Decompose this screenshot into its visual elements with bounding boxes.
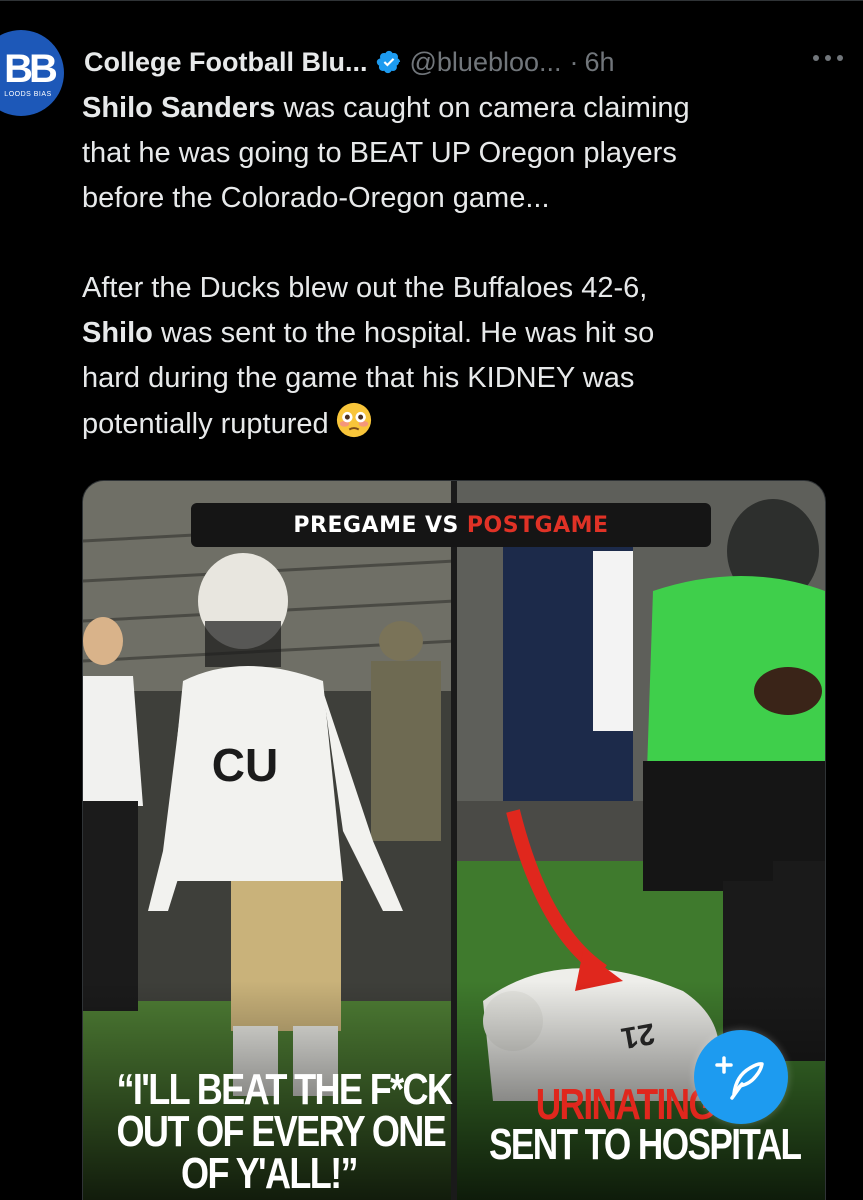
banner-postgame: POSTGAME bbox=[466, 512, 609, 538]
text-segment: potentially ruptured bbox=[82, 408, 329, 440]
text-segment: was sent to the hospital. He was hit so bbox=[152, 317, 655, 349]
caption-line: OUT OF EVERY ONE bbox=[116, 1107, 446, 1156]
flushed-face-emoji bbox=[336, 402, 371, 438]
compose-post-icon bbox=[715, 1056, 764, 1100]
display-name[interactable]: College Football Blu... bbox=[84, 47, 368, 78]
top-divider bbox=[0, 0, 863, 1]
separator-dot: · bbox=[569, 46, 579, 77]
avatar[interactable]: BB LOODS BIAS bbox=[0, 30, 64, 116]
caption-line: OF Y'ALL!” bbox=[181, 1149, 359, 1198]
compose-post-button[interactable] bbox=[694, 1030, 788, 1124]
avatar-monogram: BB bbox=[4, 46, 58, 91]
text-line: After the Ducks blew out the Buffaloes 4… bbox=[82, 272, 648, 304]
more-options-icon[interactable] bbox=[813, 48, 843, 68]
tweet-text: Shilo Sanders was caught on camera claim… bbox=[82, 86, 852, 446]
quote-caption: “I'LL BEAT THE F*CK OUT OF EVERY ONE OF … bbox=[116, 1065, 453, 1198]
mention-bold: Shilo bbox=[82, 317, 153, 349]
banner-vs: VS bbox=[425, 512, 459, 538]
text-line: that he was going to BEAT UP Oregon play… bbox=[82, 137, 677, 169]
text-segment: was caught on camera claiming bbox=[275, 92, 690, 124]
svg-text:CU: CU bbox=[212, 739, 278, 791]
handle[interactable]: @bluebloo... bbox=[410, 47, 562, 78]
tweet-header: College Football Blu... @bluebloo... · 6… bbox=[84, 40, 843, 84]
pregame-postgame-banner: PREGAME VS POSTGAME bbox=[191, 503, 711, 547]
banner-pregame: PREGAME bbox=[293, 512, 418, 538]
text-line: hard during the game that his KIDNEY was bbox=[82, 362, 635, 394]
caption-white-line: SENT TO HOSPITAL bbox=[489, 1120, 802, 1169]
mention-bold: Shilo Sanders bbox=[82, 92, 276, 124]
avatar-subtitle: LOODS BIAS bbox=[4, 90, 52, 98]
text-line: before the Colorado-Oregon game... bbox=[82, 182, 550, 214]
timestamp[interactable]: 6h bbox=[585, 47, 615, 78]
verified-badge-icon bbox=[376, 50, 400, 74]
caption-line: “I'LL BEAT THE F*CK bbox=[116, 1065, 453, 1114]
tweet-screen: BB LOODS BIAS College Football Blu... @b… bbox=[0, 0, 863, 1200]
